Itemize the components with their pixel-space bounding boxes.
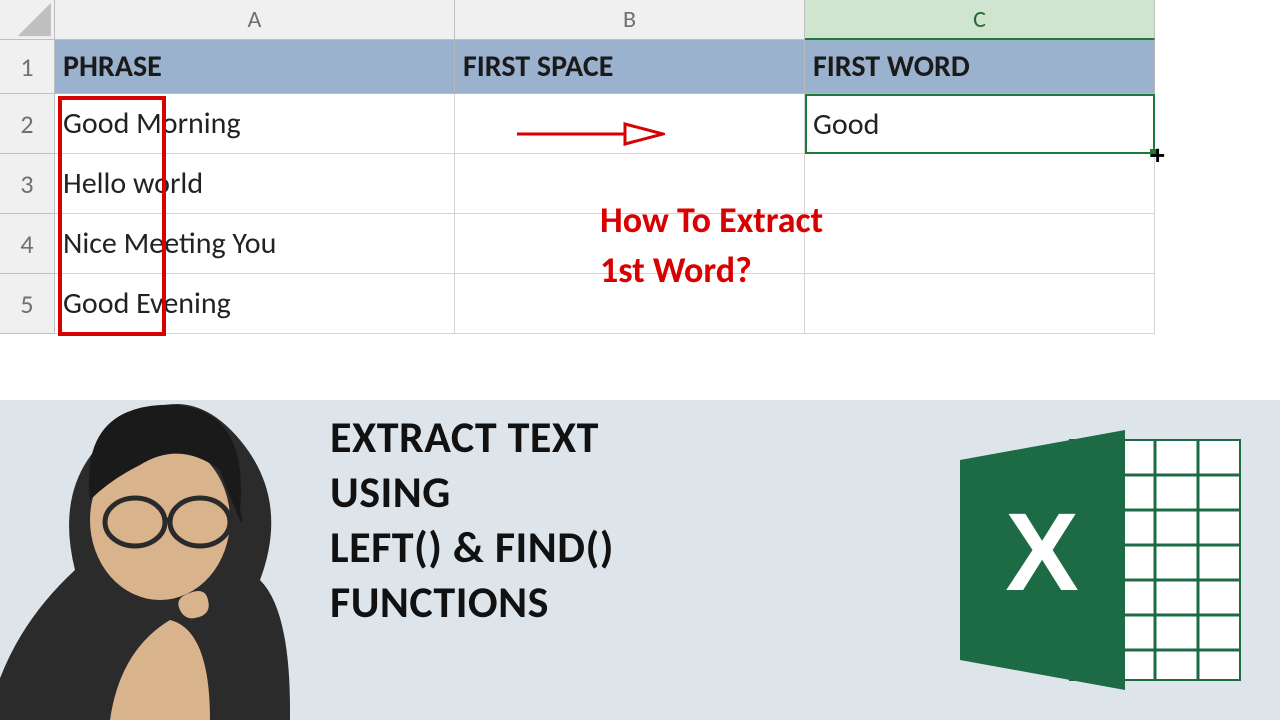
row-header-5[interactable]: 5 xyxy=(0,274,55,334)
banner-title: EXTRACT TEXT USING LEFT() & FIND() FUNCT… xyxy=(330,410,614,630)
select-all-corner[interactable] xyxy=(0,0,55,40)
fill-handle-cursor: + xyxy=(1150,140,1165,171)
banner-line1: EXTRACT TEXT xyxy=(330,410,614,465)
row-header-4[interactable]: 4 xyxy=(0,214,55,274)
banner-line3: LEFT() & FIND() xyxy=(330,520,614,575)
row-header-3[interactable]: 3 xyxy=(0,154,55,214)
header-cell-C[interactable]: FIRST WORD xyxy=(805,40,1155,94)
svg-text:X: X xyxy=(1005,491,1078,614)
banner-line2: USING xyxy=(330,465,614,520)
column-header-B[interactable]: B xyxy=(455,0,805,40)
column-header-A[interactable]: A xyxy=(55,0,455,40)
cell-C5[interactable] xyxy=(805,274,1155,334)
callout-text: How To Extract 1st Word? xyxy=(600,195,823,296)
cell-C2[interactable]: Good xyxy=(805,94,1155,154)
arrow-icon xyxy=(515,118,665,150)
callout-line1: How To Extract xyxy=(600,195,823,245)
cell-C4[interactable] xyxy=(805,214,1155,274)
cell-C3[interactable] xyxy=(805,154,1155,214)
row-headers: 12345 xyxy=(0,40,55,334)
presenter-image xyxy=(0,350,330,720)
column-headers: ABC xyxy=(55,0,1155,40)
header-cell-B[interactable]: FIRST SPACE xyxy=(455,40,805,94)
row-header-2[interactable]: 2 xyxy=(0,94,55,154)
excel-logo-icon: X xyxy=(950,420,1250,700)
column-header-C[interactable]: C xyxy=(805,0,1155,40)
header-cell-A[interactable]: PHRASE xyxy=(55,40,455,94)
callout-line2: 1st Word? xyxy=(600,245,823,295)
row-header-1[interactable]: 1 xyxy=(0,40,55,94)
title-banner: EXTRACT TEXT USING LEFT() & FIND() FUNCT… xyxy=(0,400,1280,720)
highlight-box xyxy=(58,96,166,336)
banner-line4: FUNCTIONS xyxy=(330,575,614,630)
